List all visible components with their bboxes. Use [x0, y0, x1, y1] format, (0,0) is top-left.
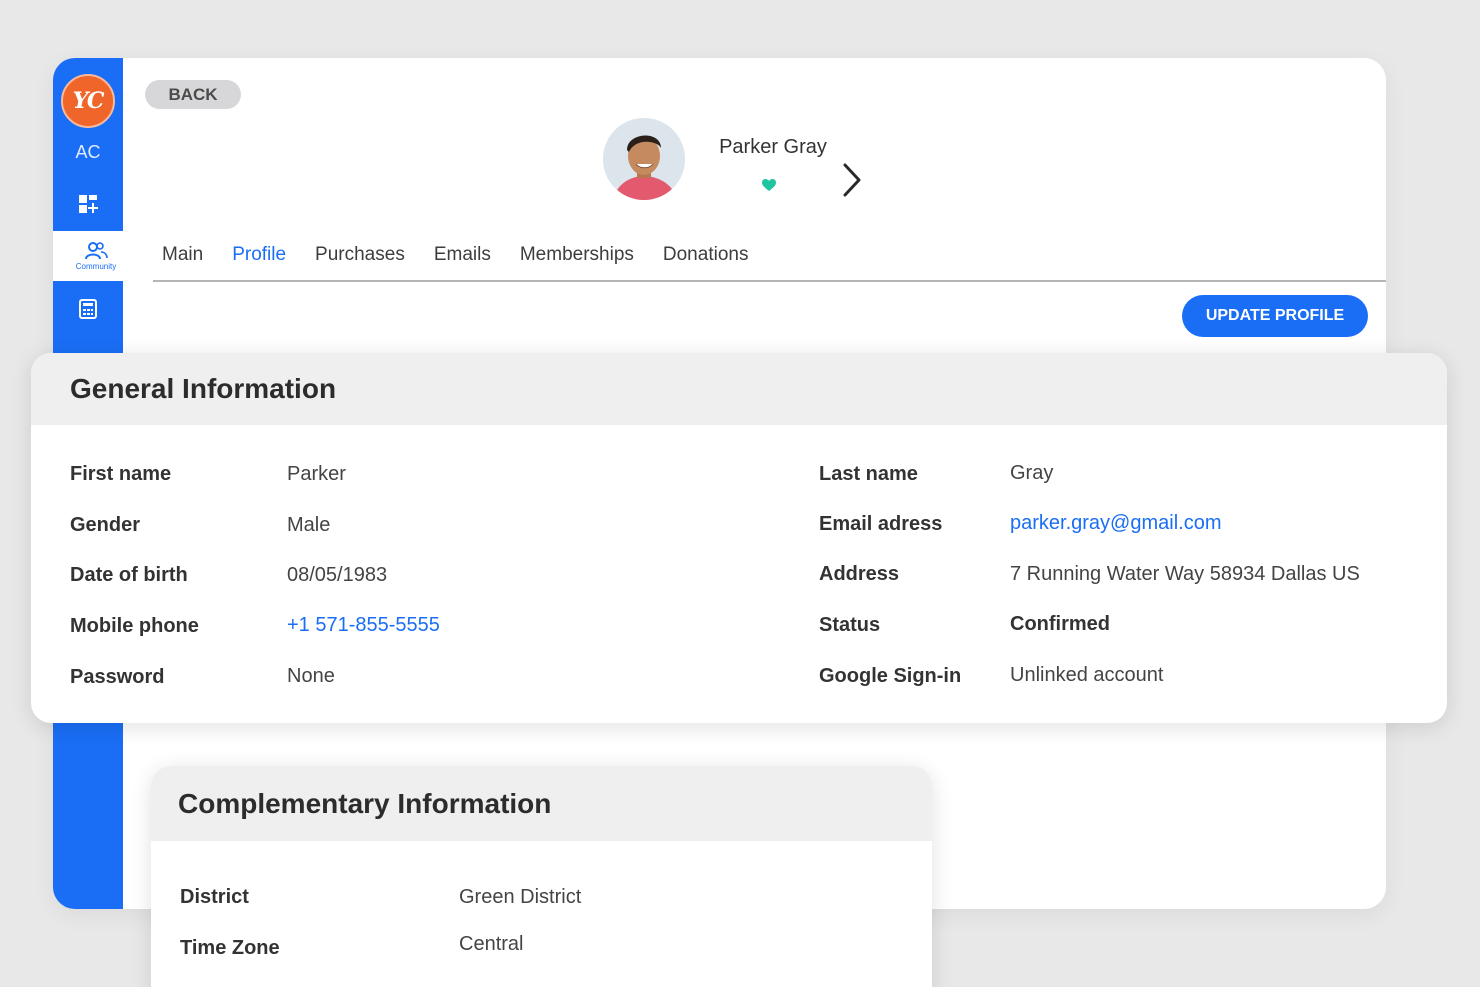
tab-bar: Main Profile Purchases Emails Membership…: [153, 230, 1386, 282]
sidebar-item-community[interactable]: Community: [53, 231, 139, 281]
district-label: District: [180, 886, 249, 908]
google-sign-in-value: Unlinked account: [1010, 664, 1164, 686]
tab-profile[interactable]: Profile: [232, 244, 286, 266]
complementary-information-card: Complementary Information District Green…: [151, 766, 932, 987]
time-zone-label: Time Zone: [180, 937, 280, 959]
status-value: Confirmed: [1010, 613, 1110, 635]
tab-purchases[interactable]: Purchases: [315, 244, 405, 266]
org-logo[interactable]: YC: [61, 74, 115, 128]
update-profile-button[interactable]: UPDATE PROFILE: [1182, 295, 1368, 337]
status-label: Status: [819, 614, 881, 636]
first-name-label: First name: [70, 463, 172, 485]
complementary-information-title: Complementary Information: [151, 766, 932, 841]
chevron-right-icon[interactable]: [839, 162, 863, 198]
tab-emails[interactable]: Emails: [434, 244, 491, 266]
time-zone-value: Central: [459, 933, 524, 955]
district-value: Green District: [459, 886, 582, 908]
first-name-value: Parker: [287, 463, 346, 485]
tab-memberships[interactable]: Memberships: [520, 244, 634, 266]
date-of-birth-value: 08/05/1983: [287, 564, 388, 586]
gender-label: Gender: [70, 514, 141, 536]
password-label: Password: [70, 666, 165, 688]
address-value: 7 Running Water Way 58934 Dallas US: [1010, 563, 1360, 585]
general-information-card: General Information First name Parker Ge…: [31, 353, 1447, 723]
person-photo-icon: [603, 118, 685, 200]
org-code: AC: [75, 142, 101, 162]
general-information-title: General Information: [31, 353, 1447, 425]
gender-value: Male: [287, 514, 331, 536]
logo-text: YC: [72, 88, 105, 114]
tab-main[interactable]: Main: [162, 244, 203, 266]
sidebar-item-label: Community: [75, 261, 117, 271]
password-value: None: [287, 665, 335, 687]
community-icon: [85, 241, 108, 259]
heart-icon: [762, 179, 776, 191]
contact-name: Parker Gray: [719, 136, 827, 158]
email-link[interactable]: parker.gray@gmail.com: [1010, 512, 1221, 535]
mobile-phone-label: Mobile phone: [70, 615, 199, 637]
avatar: [603, 118, 685, 200]
back-button[interactable]: BACK: [145, 80, 241, 109]
date-of-birth-label: Date of birth: [70, 564, 188, 586]
last-name-label: Last name: [819, 463, 918, 485]
google-sign-in-label: Google Sign-in: [819, 665, 962, 687]
tab-donations[interactable]: Donations: [663, 244, 749, 266]
address-label: Address: [819, 563, 900, 585]
last-name-value: Gray: [1010, 462, 1054, 484]
sidebar-item-calculator[interactable]: [53, 289, 123, 329]
dashboard-icon: [79, 195, 98, 213]
email-label: Email adress: [819, 513, 943, 535]
sidebar-item-dashboard[interactable]: [53, 184, 123, 224]
mobile-phone-link[interactable]: +1 571-855-5555: [287, 614, 440, 637]
calculator-icon: [79, 299, 97, 319]
